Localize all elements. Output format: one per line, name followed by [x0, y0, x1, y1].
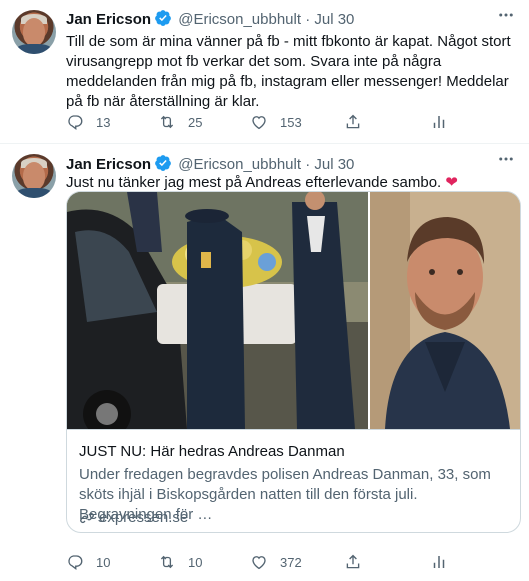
share-icon	[346, 114, 360, 129]
author-name[interactable]: Jan Ericson	[66, 156, 151, 173]
like-button[interactable]: 153	[250, 113, 302, 131]
more-icon[interactable]	[497, 150, 515, 173]
card-image-portrait	[370, 192, 520, 429]
analytics-icon	[433, 116, 445, 128]
reply-icon	[68, 115, 83, 130]
card-domain[interactable]: expressen.se	[79, 508, 188, 528]
analytics-icon	[433, 556, 445, 568]
like-button[interactable]: 372	[250, 553, 302, 571]
author-handle[interactable]: @Ericson_ubbhult	[178, 156, 301, 173]
tweet-text: Till de som är mina vänner på fb - mitt …	[66, 33, 511, 110]
avatar[interactable]	[12, 10, 56, 54]
tweet-actions: 13 25 153	[58, 113, 469, 133]
reply-button[interactable]: 10	[66, 553, 110, 571]
like-count: 153	[280, 114, 302, 130]
reply-count: 10	[96, 554, 111, 570]
more-icon[interactable]	[497, 6, 515, 29]
avatar-shirt	[16, 44, 52, 54]
analytics-button[interactable]	[430, 113, 460, 131]
avatar[interactable]	[12, 154, 56, 198]
card-meta: JUST NU: Här hedras Andreas Danman Under…	[67, 429, 520, 532]
share-button[interactable]	[344, 113, 374, 131]
tweet-text-row: Just nu tänker jag mest på Andreas efter…	[66, 173, 514, 193]
avatar-face	[23, 18, 45, 46]
retweet-icon	[160, 555, 174, 569]
avatar-face	[23, 162, 45, 190]
reply-icon	[68, 555, 83, 570]
separator-dot: ·	[305, 156, 311, 173]
author-name[interactable]: Jan Ericson	[66, 11, 151, 28]
retweet-button[interactable]: 10	[158, 553, 202, 571]
verified-badge-icon	[155, 155, 171, 171]
retweet-count: 10	[188, 554, 203, 570]
retweet-count: 25	[188, 114, 203, 130]
heart-icon	[252, 116, 266, 130]
card-title[interactable]: JUST NU: Här hedras Andreas Danman	[79, 442, 345, 462]
heart-icon	[252, 556, 266, 570]
tweet-header: Jan Ericson @Ericson_ubbhult · Jul 30	[66, 9, 354, 30]
retweet-button[interactable]: 25	[158, 113, 202, 131]
tweet-text: Just nu tänker jag mest på Andreas efter…	[66, 174, 442, 191]
tweet[interactable]: Jan Ericson @Ericson_ubbhult · Jul 30 Ti…	[0, 0, 529, 144]
verified-badge-icon	[155, 10, 171, 26]
link-icon	[80, 512, 94, 524]
red-heart-emoji: ❤	[445, 174, 458, 191]
card-image-funeral	[67, 192, 368, 429]
like-count: 372	[280, 554, 302, 570]
reply-count: 13	[96, 114, 111, 130]
tweet-date[interactable]: Jul 30	[314, 156, 354, 173]
retweet-icon	[160, 115, 174, 129]
author-handle[interactable]: @Ericson_ubbhult	[178, 11, 301, 28]
link-card[interactable]: JUST NU: Här hedras Andreas Danman Under…	[66, 191, 521, 533]
share-icon	[346, 554, 360, 569]
analytics-button[interactable]	[430, 553, 460, 571]
tweet-date[interactable]: Jul 30	[314, 11, 354, 28]
avatar-shirt	[16, 188, 52, 198]
reply-button[interactable]: 13	[66, 113, 110, 131]
share-button[interactable]	[344, 553, 374, 571]
tweet[interactable]: Jan Ericson @Ericson_ubbhult · Jul 30 Ju…	[0, 144, 529, 581]
separator-dot: ·	[305, 11, 311, 28]
tweet-actions: 10 10 372	[58, 553, 469, 573]
tweet-header: Jan Ericson @Ericson_ubbhult · Jul 30	[66, 154, 354, 175]
card-domain-text: expressen.se	[99, 509, 189, 526]
